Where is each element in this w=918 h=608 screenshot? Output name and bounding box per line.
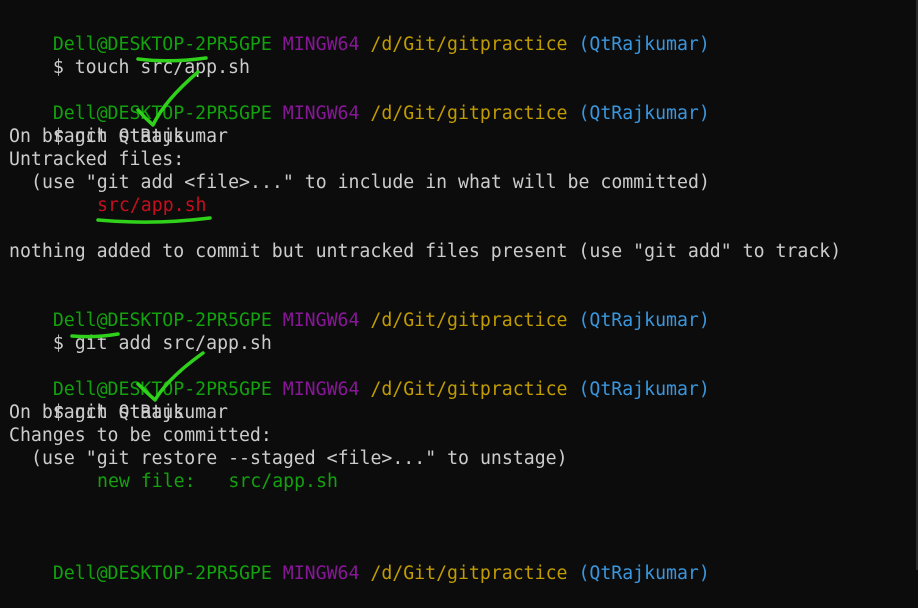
prompt-system: MINGW64 [282,379,360,400]
untracked-file: src/app.sh [97,195,207,216]
prompt-system: MINGW64 [282,310,360,331]
prompt-system: MINGW64 [282,103,360,124]
prompt-branch: (QtRajkumar) [578,563,710,584]
prompt-line: Dell@DESKTOP-2PR5GPE MINGW64 /d/Git/gitp… [9,79,710,124]
command-line: $ git status [9,102,184,147]
prompt-branch: (QtRajkumar) [578,379,710,400]
output-on-branch: On branch QtRajkumar [9,402,228,423]
prompt-user: Dell@DESKTOP-2PR5GPE [52,563,272,584]
prompt-branch: (QtRajkumar) [578,34,710,55]
prompt-symbol: $ [52,57,64,78]
output-untracked-heading: Untracked files: [9,149,185,170]
prompt-line: Dell@DESKTOP-2PR5GPE MINGW64 /d/Git/gitp… [9,10,710,55]
prompt-branch: (QtRajkumar) [578,310,710,331]
prompt-system: MINGW64 [282,34,360,55]
prompt-path: /d/Git/gitpractice [370,34,568,55]
command-line: $ git status [9,378,184,423]
staged-file: new file: src/app.sh [97,471,338,492]
prompt-path: /d/Git/gitpractice [370,563,568,584]
command-line: $ touch src/app.sh [9,33,250,78]
prompt-symbol: $ [52,333,64,354]
command-git-add: git add src/app.sh [74,333,272,354]
output-summary: nothing added to commit but untracked fi… [9,241,842,262]
terminal-window[interactable]: Dell@DESKTOP-2PR5GPE MINGW64 /d/Git/gitp… [0,0,918,584]
output-staged-hint: (use "git restore --staged <file>..." to… [31,448,568,469]
prompt-branch: (QtRajkumar) [578,103,710,124]
prompt-line: Dell@DESKTOP-2PR5GPE MINGW64 /d/Git/gitp… [9,539,710,584]
command-line: $ git add src/app.sh [9,309,272,354]
prompt-line: Dell@DESKTOP-2PR5GPE MINGW64 /d/Git/gitp… [9,355,710,400]
output-untracked-hint: (use "git add <file>..." to include in w… [31,172,710,193]
output-staged-heading: Changes to be committed: [9,425,272,446]
command-touch: touch src/app.sh [74,57,250,78]
prompt-path: /d/Git/gitpractice [370,103,568,124]
prompt-system: MINGW64 [282,563,360,584]
prompt-path: /d/Git/gitpractice [370,379,568,400]
output-on-branch: On branch QtRajkumar [9,126,228,147]
prompt-path: /d/Git/gitpractice [370,310,568,331]
prompt-line: Dell@DESKTOP-2PR5GPE MINGW64 /d/Git/gitp… [9,286,710,331]
